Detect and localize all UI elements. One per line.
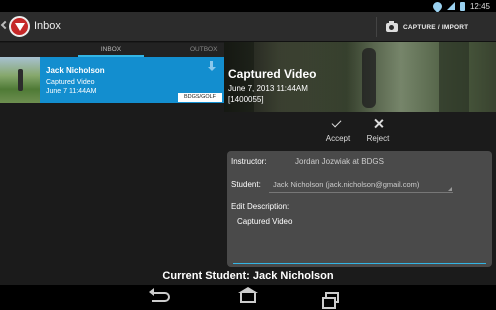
instructor-label: Instructor:	[231, 157, 267, 166]
app-logo-icon[interactable]	[9, 16, 30, 37]
video-thumbnail	[0, 57, 40, 103]
camera-icon	[386, 20, 398, 32]
reject-button[interactable]: Reject	[358, 115, 398, 147]
item-date: June 7 11:44AM	[46, 88, 97, 95]
item-badge: BDGS/GOLF	[178, 93, 222, 102]
up-caret-icon[interactable]	[0, 20, 10, 30]
clock: 12:45	[469, 1, 490, 11]
description-label: Edit Description:	[231, 202, 290, 211]
description-value: Captured Video	[237, 217, 293, 226]
video-title: Captured Video	[228, 67, 317, 81]
video-date: June 7, 2013 11:44AM	[228, 84, 308, 93]
item-student-name: Jack Nicholson	[46, 66, 105, 75]
dropdown-corner-icon	[448, 187, 452, 191]
home-button[interactable]	[233, 287, 263, 306]
details-panel: Instructor: Jordan Jozwiak at BDGS Stude…	[227, 151, 492, 267]
student-select[interactable]: Jack Nicholson (jack.nicholson@gmail.com…	[269, 176, 453, 193]
tab-outbox[interactable]: OUTBOX	[190, 43, 224, 57]
description-field[interactable]: Captured Video	[233, 212, 486, 264]
back-button[interactable]	[148, 288, 178, 306]
back-arrow-icon	[149, 288, 170, 302]
page-title: Inbox	[34, 20, 61, 32]
video-background	[439, 42, 469, 112]
list-item[interactable]: Jack Nicholson Captured Video June 7 11:…	[0, 57, 224, 103]
navigation-bar	[0, 285, 496, 310]
action-bar: Inbox CAPTURE / IMPORT	[0, 12, 496, 42]
reject-label: Reject	[366, 134, 390, 143]
video-id: [1400055]	[228, 95, 264, 104]
tab-inbox[interactable]: INBOX	[78, 43, 144, 57]
wifi-icon	[431, 0, 444, 13]
current-student-label: Current Student: Jack Nicholson	[162, 270, 334, 282]
tab-strip: INBOX OUTBOX	[0, 43, 224, 57]
student-label: Student:	[231, 180, 261, 189]
action-bar-divider	[376, 17, 377, 37]
recents-icon	[322, 292, 339, 309]
recents-button[interactable]	[317, 289, 347, 309]
battery-icon	[459, 1, 465, 11]
status-bar-right: 12:45	[431, 0, 490, 13]
accept-label: Accept	[325, 134, 351, 143]
home-icon	[238, 287, 258, 303]
accept-button[interactable]: Accept	[318, 115, 358, 147]
close-icon	[373, 118, 384, 129]
capture-import-button[interactable]: CAPTURE / IMPORT	[382, 16, 472, 38]
thumbnail-golfer	[18, 69, 23, 91]
instructor-value: Jordan Jozwiak at BDGS	[295, 157, 384, 166]
item-type: Captured Video	[46, 79, 95, 86]
signal-icon	[446, 2, 455, 10]
status-bar: 12:45	[0, 0, 496, 13]
student-select-value: Jack Nicholson (jack.nicholson@gmail.com…	[273, 180, 420, 189]
download-icon[interactable]	[208, 61, 216, 72]
capture-import-label: CAPTURE / IMPORT	[403, 23, 469, 31]
check-icon	[331, 117, 342, 128]
